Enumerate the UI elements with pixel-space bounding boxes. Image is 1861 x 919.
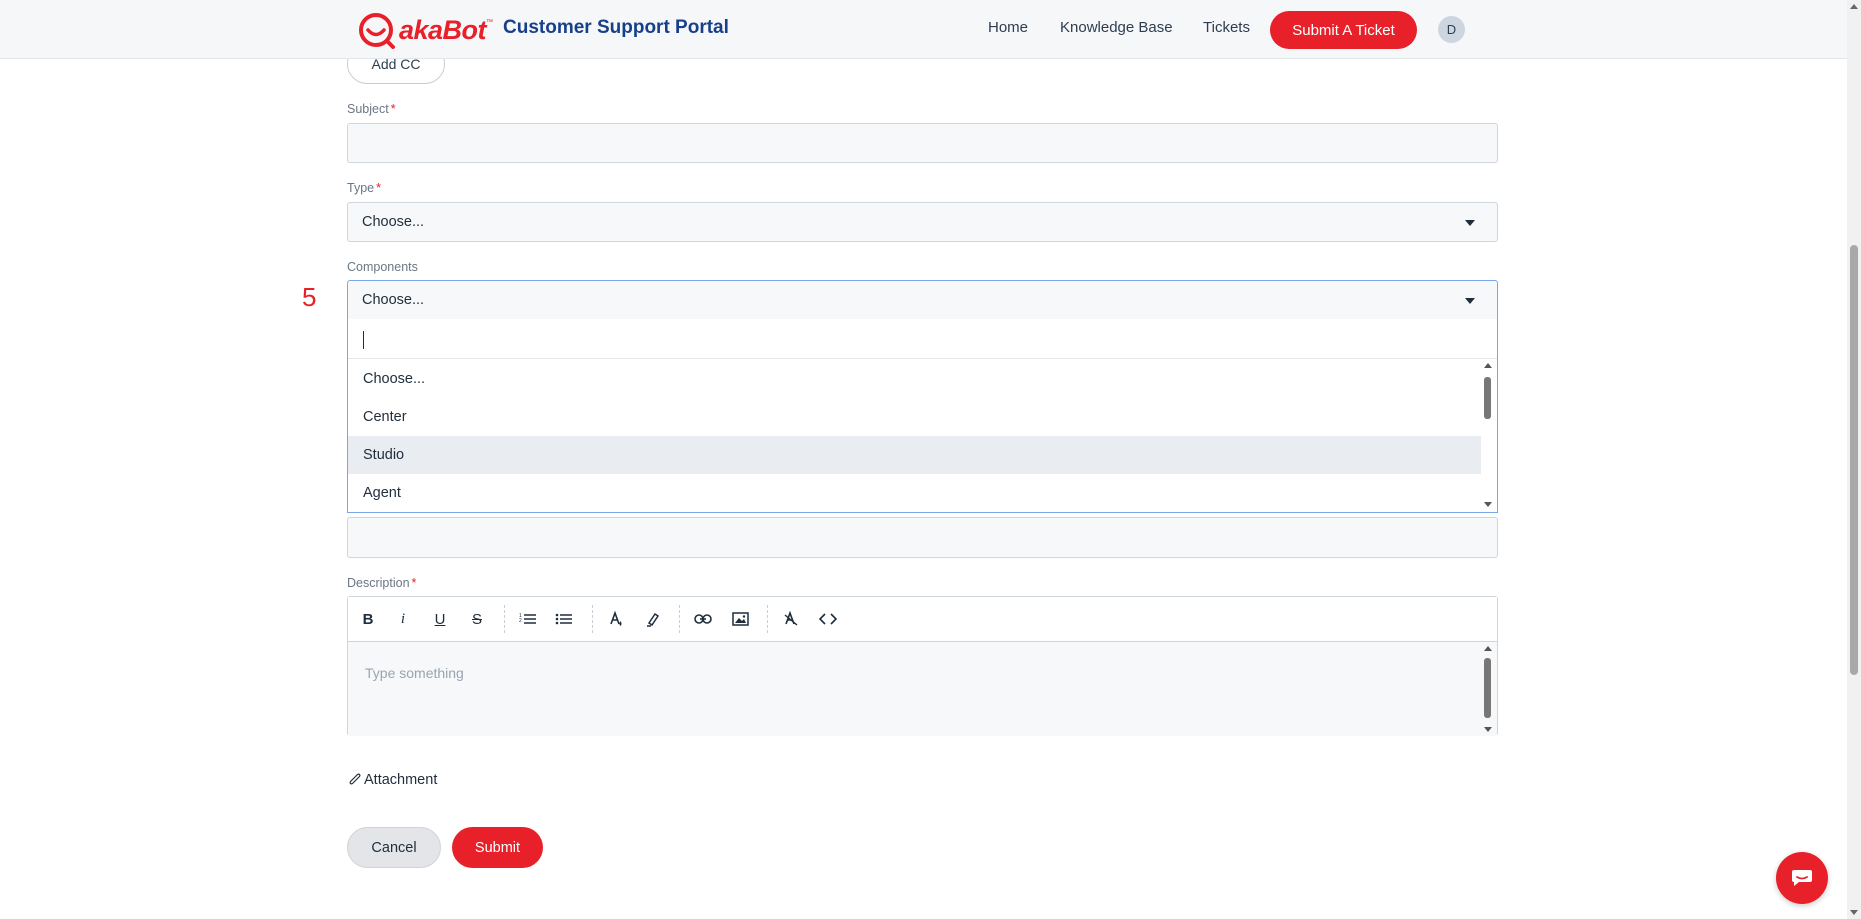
bullet-list-icon[interactable] — [551, 606, 577, 632]
highlight-icon[interactable] — [640, 606, 666, 632]
logo-text: akaBot — [399, 14, 487, 45]
description-label: Description * — [347, 576, 416, 590]
scrollbar-thumb[interactable] — [1850, 245, 1858, 675]
scroll-down-icon[interactable] — [1484, 727, 1492, 732]
cancel-button[interactable]: Cancel — [347, 827, 441, 868]
editor-scrollbar[interactable] — [1483, 642, 1493, 736]
scroll-down-icon[interactable] — [1850, 910, 1858, 915]
bold-icon[interactable]: B — [355, 606, 381, 632]
paperclip-icon — [349, 773, 361, 785]
portal-title: Customer Support Portal — [503, 17, 729, 38]
logo-smile-icon — [359, 13, 395, 49]
text-cursor — [363, 331, 364, 349]
additional-input[interactable] — [347, 517, 1498, 558]
dropdown-option[interactable]: Center — [348, 398, 1481, 436]
toolbar-divider — [679, 605, 680, 633]
chat-widget-button[interactable] — [1776, 852, 1828, 904]
required-mark: * — [390, 102, 396, 116]
description-textarea[interactable]: Type something — [348, 642, 1497, 736]
link-icon[interactable] — [690, 606, 716, 632]
scrollbar-thumb[interactable] — [1484, 658, 1491, 718]
nav-knowledge-base[interactable]: Knowledge Base — [1060, 19, 1173, 36]
type-selected-value: Choose... — [362, 214, 425, 230]
required-mark: * — [411, 576, 417, 590]
components-dropdown: Choose... Center Studio Agent — [347, 319, 1498, 513]
components-selected-value: Choose... — [362, 292, 425, 308]
chevron-down-icon — [1465, 298, 1475, 304]
description-editor: B i U S 12 Type something — [347, 596, 1498, 736]
scroll-up-icon[interactable] — [1850, 4, 1858, 9]
toolbar-divider — [767, 605, 768, 633]
logo-trademark: ™ — [486, 18, 494, 26]
text-color-icon[interactable] — [603, 606, 629, 632]
top-header: akaBot ™ Customer Support Portal Home Kn… — [0, 0, 1847, 59]
submit-button[interactable]: Submit — [452, 827, 543, 868]
code-icon[interactable] — [815, 606, 841, 632]
image-icon[interactable] — [727, 606, 753, 632]
page-scrollbar[interactable] — [1847, 0, 1861, 919]
nav-home[interactable]: Home — [988, 19, 1028, 36]
akabot-logo[interactable]: akaBot ™ — [357, 10, 493, 50]
scrollbar-thumb[interactable] — [1484, 377, 1491, 419]
required-mark: * — [376, 181, 381, 195]
ordered-list-icon[interactable]: 12 — [515, 606, 541, 632]
dropdown-option[interactable]: Choose... — [348, 360, 1481, 398]
toolbar-divider — [504, 605, 505, 633]
toolbar-divider — [592, 605, 593, 633]
italic-icon[interactable]: i — [390, 606, 416, 632]
attachment-label: Attachment — [364, 772, 438, 788]
description-placeholder: Type something — [365, 665, 464, 681]
chevron-down-icon — [1465, 220, 1475, 226]
dropdown-option[interactable]: Studio — [348, 436, 1481, 474]
subject-label-text: Subject — [347, 102, 389, 116]
strikethrough-icon[interactable]: S — [464, 606, 490, 632]
components-label: Components — [347, 260, 418, 274]
attachment-link[interactable]: Attachment — [349, 772, 437, 788]
description-label-text: Description — [347, 576, 410, 590]
nav-tickets[interactable]: Tickets — [1203, 19, 1250, 36]
submit-a-ticket-button[interactable]: Submit A Ticket — [1270, 11, 1417, 49]
dropdown-search-input[interactable] — [348, 319, 1497, 359]
components-select[interactable]: Choose... — [347, 280, 1498, 320]
subject-label: Subject * — [347, 102, 396, 116]
step-number: 5 — [302, 282, 317, 312]
dropdown-scrollbar[interactable] — [1483, 359, 1493, 511]
clear-format-icon[interactable] — [778, 606, 804, 632]
scroll-down-icon[interactable] — [1484, 502, 1492, 507]
type-label-text: Type — [347, 181, 375, 195]
scroll-up-icon[interactable] — [1484, 363, 1492, 368]
svg-text:2: 2 — [519, 618, 522, 624]
subject-input[interactable] — [347, 123, 1498, 163]
underline-icon[interactable]: U — [427, 606, 453, 632]
type-label: Type * — [347, 181, 381, 195]
editor-toolbar: B i U S 12 — [348, 597, 1497, 642]
user-avatar[interactable]: D — [1438, 16, 1465, 43]
chat-icon — [1792, 870, 1812, 886]
type-select[interactable]: Choose... — [347, 202, 1498, 242]
scroll-up-icon[interactable] — [1484, 646, 1492, 651]
dropdown-option[interactable]: Agent — [348, 474, 1481, 512]
